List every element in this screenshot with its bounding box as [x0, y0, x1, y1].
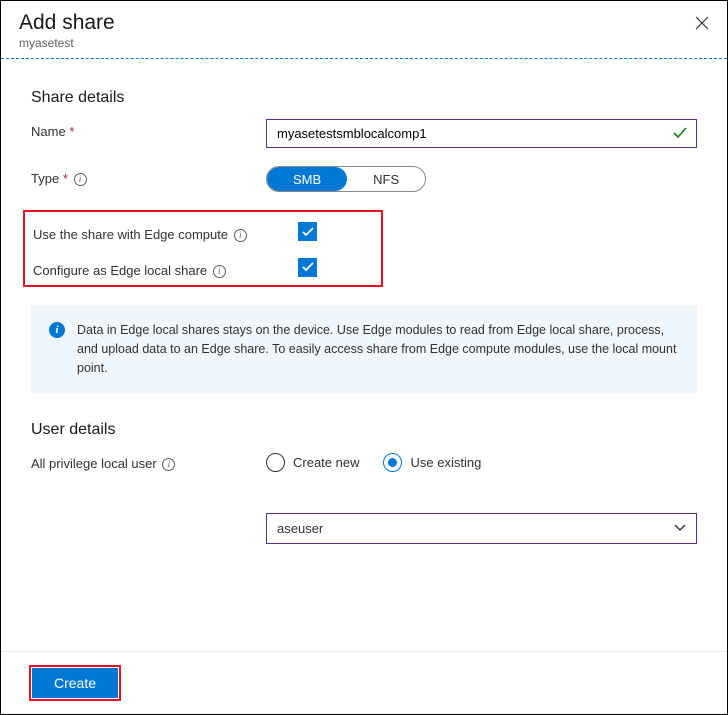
panel-subtitle: myasetest: [19, 36, 709, 50]
user-select-dropdown[interactable]: aseuser: [266, 513, 697, 544]
type-label: Type * i: [31, 166, 266, 188]
use-edge-compute-checkbox[interactable]: [298, 222, 317, 241]
privilege-user-label: All privilege local user i: [31, 451, 266, 473]
edge-options-highlight: Use the share with Edge compute i Config…: [23, 210, 383, 287]
name-input[interactable]: [266, 119, 697, 148]
close-icon[interactable]: [695, 15, 709, 33]
info-banner-text: Data in Edge local shares stays on the d…: [77, 321, 679, 377]
type-segmented-control: SMB NFS: [266, 166, 426, 192]
radio-create-new-label: Create new: [293, 455, 359, 470]
name-label: Name *: [31, 119, 266, 141]
use-edge-compute-label: Use the share with Edge compute i: [25, 222, 298, 244]
configure-local-share-label: Configure as Edge local share i: [25, 258, 298, 280]
configure-local-share-checkbox[interactable]: [298, 258, 317, 277]
valid-check-icon: [673, 126, 687, 142]
info-banner-icon: i: [49, 322, 65, 338]
share-details-heading: Share details: [31, 89, 697, 107]
user-select-value: aseuser: [277, 521, 323, 536]
type-option-smb[interactable]: SMB: [267, 167, 347, 191]
radio-use-existing-label: Use existing: [410, 455, 481, 470]
create-button[interactable]: Create: [32, 668, 118, 698]
info-icon[interactable]: i: [162, 458, 175, 471]
chevron-down-icon: [674, 521, 686, 535]
create-button-highlight: Create: [29, 665, 121, 701]
panel-title: Add share: [19, 11, 709, 35]
user-radio-group: Create new Use existing: [266, 453, 697, 472]
user-details-heading: User details: [31, 421, 697, 439]
panel-footer: Create: [1, 651, 727, 714]
radio-use-existing[interactable]: Use existing: [383, 453, 481, 472]
info-icon[interactable]: i: [234, 229, 247, 242]
info-banner: i Data in Edge local shares stays on the…: [31, 305, 697, 393]
radio-create-new[interactable]: Create new: [266, 453, 359, 472]
info-icon[interactable]: i: [74, 173, 87, 186]
info-icon[interactable]: i: [213, 265, 226, 278]
type-option-nfs[interactable]: NFS: [347, 167, 425, 191]
